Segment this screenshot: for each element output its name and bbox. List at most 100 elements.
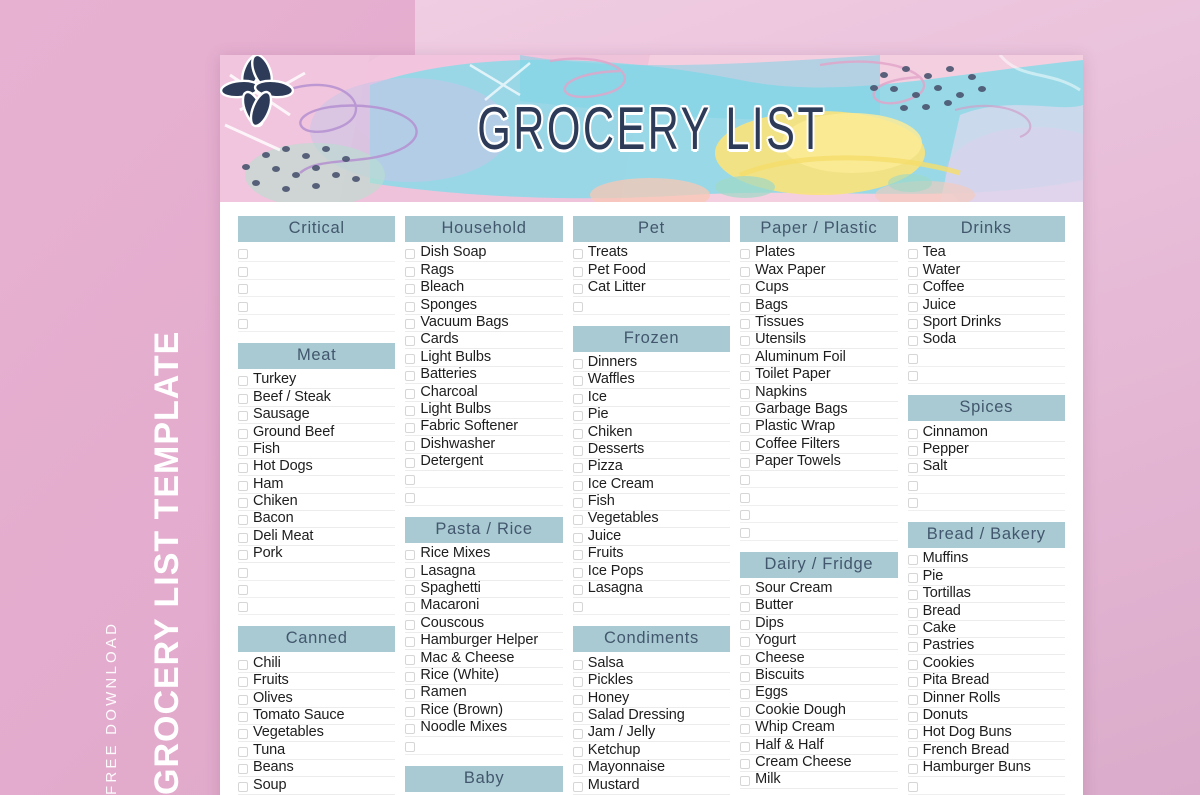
- checklist-item-write-in[interactable]: [923, 494, 927, 509]
- checklist-row[interactable]: Pork: [238, 546, 396, 564]
- checklist-row-blank[interactable]: [405, 737, 563, 755]
- checklist-row[interactable]: Pie: [907, 568, 1065, 586]
- checklist-row[interactable]: Light Bulbs: [405, 349, 563, 367]
- checkbox-icon[interactable]: [572, 532, 583, 543]
- checklist-item-write-in[interactable]: [253, 564, 257, 579]
- checkbox-icon[interactable]: [572, 376, 583, 387]
- checklist-row-blank[interactable]: [740, 471, 898, 489]
- checklist-row[interactable]: Garbage Bags: [740, 401, 898, 419]
- checkbox-icon[interactable]: [907, 336, 918, 347]
- checkbox-icon[interactable]: [907, 625, 918, 636]
- checklist-item-write-in[interactable]: [253, 581, 257, 596]
- checkbox-icon[interactable]: [238, 266, 248, 277]
- checklist-item-write-in[interactable]: [923, 367, 927, 382]
- checkbox-icon[interactable]: [740, 475, 751, 486]
- checklist-item-write-in[interactable]: [755, 471, 759, 486]
- checklist-row[interactable]: Sponges: [405, 297, 563, 315]
- checkbox-icon[interactable]: [405, 637, 416, 648]
- checkbox-icon[interactable]: [572, 694, 583, 705]
- checklist-row[interactable]: Yogurt: [740, 633, 898, 651]
- checkbox-icon[interactable]: [740, 654, 751, 665]
- checkbox-icon[interactable]: [572, 781, 583, 792]
- checkbox-icon[interactable]: [405, 388, 416, 399]
- checklist-row[interactable]: Salsa: [572, 655, 731, 673]
- checklist-row[interactable]: Beef / Steak: [238, 389, 396, 407]
- checklist-row[interactable]: Macaroni: [405, 598, 563, 616]
- checklist-row[interactable]: Dishwasher: [405, 436, 563, 454]
- checklist-row-blank[interactable]: [238, 280, 396, 298]
- checklist-row[interactable]: Donuts: [907, 707, 1065, 725]
- checklist-row[interactable]: Cheese: [740, 650, 898, 668]
- checkbox-icon[interactable]: [740, 619, 751, 630]
- checkbox-icon[interactable]: [405, 689, 416, 700]
- checklist-row[interactable]: Chiken: [572, 424, 731, 442]
- checkbox-icon[interactable]: [740, 689, 751, 700]
- checkbox-icon[interactable]: [238, 480, 248, 491]
- checkbox-icon[interactable]: [740, 405, 751, 416]
- checklist-row[interactable]: Charcoal: [405, 384, 563, 402]
- checklist-row-blank[interactable]: [572, 297, 731, 315]
- checkbox-icon[interactable]: [740, 776, 751, 787]
- checkbox-icon[interactable]: [405, 423, 416, 434]
- checkbox-icon[interactable]: [572, 284, 583, 295]
- checkbox-icon[interactable]: [405, 741, 416, 752]
- checkbox-icon[interactable]: [405, 492, 416, 503]
- checklist-row[interactable]: Desserts: [572, 441, 731, 459]
- checkbox-icon[interactable]: [907, 318, 918, 329]
- checklist-row[interactable]: Dips: [740, 615, 898, 633]
- checkbox-icon[interactable]: [238, 677, 248, 688]
- checklist-row[interactable]: Light Bulbs: [405, 401, 563, 419]
- checkbox-icon[interactable]: [238, 376, 248, 387]
- checkbox-icon[interactable]: [405, 602, 416, 613]
- checklist-item-write-in[interactable]: [923, 778, 927, 793]
- checklist-row-blank[interactable]: [740, 506, 898, 524]
- checklist-row[interactable]: Paper Towels: [740, 454, 898, 472]
- checklist-row-blank[interactable]: [405, 471, 563, 489]
- checklist-row[interactable]: Soda: [907, 332, 1065, 350]
- checkbox-icon[interactable]: [405, 266, 416, 277]
- checklist-row[interactable]: Fruits: [572, 546, 731, 564]
- checkbox-icon[interactable]: [238, 711, 248, 722]
- checkbox-icon[interactable]: [740, 249, 751, 260]
- checklist-item-write-in[interactable]: [755, 506, 759, 521]
- checkbox-icon[interactable]: [405, 654, 416, 665]
- checkbox-icon[interactable]: [238, 301, 248, 312]
- checklist-row[interactable]: Salt: [907, 459, 1065, 477]
- checklist-row[interactable]: Salad Dressing: [572, 707, 731, 725]
- checkbox-icon[interactable]: [405, 458, 416, 469]
- checkbox-icon[interactable]: [405, 249, 416, 260]
- checkbox-icon[interactable]: [740, 423, 751, 434]
- checklist-row-blank[interactable]: [740, 488, 898, 506]
- checklist-row-blank[interactable]: [907, 476, 1065, 494]
- checklist-row[interactable]: Pickles: [572, 673, 731, 691]
- checklist-row-blank[interactable]: [907, 367, 1065, 385]
- checklist-row[interactable]: Eggs: [740, 685, 898, 703]
- checkbox-icon[interactable]: [238, 781, 248, 792]
- checklist-item-write-in[interactable]: [253, 315, 257, 330]
- checkbox-icon[interactable]: [238, 249, 248, 260]
- checklist-row[interactable]: Vacuum Bags: [405, 314, 563, 332]
- checkbox-icon[interactable]: [740, 602, 751, 613]
- checklist-row[interactable]: Dinners: [572, 354, 731, 372]
- checklist-row[interactable]: Ice Cream: [572, 476, 731, 494]
- checklist-item-write-in[interactable]: [588, 298, 592, 313]
- checklist-row[interactable]: Water: [907, 262, 1065, 280]
- checklist-row[interactable]: Whip Cream: [740, 720, 898, 738]
- checkbox-icon[interactable]: [907, 694, 918, 705]
- checklist-row[interactable]: Spaghetti: [405, 581, 563, 599]
- checkbox-icon[interactable]: [238, 318, 248, 329]
- checkbox-icon[interactable]: [572, 411, 583, 422]
- checkbox-icon[interactable]: [907, 711, 918, 722]
- checkbox-icon[interactable]: [238, 284, 248, 295]
- checkbox-icon[interactable]: [572, 480, 583, 491]
- checklist-item-write-in[interactable]: [420, 489, 424, 504]
- checkbox-icon[interactable]: [907, 746, 918, 757]
- checkbox-icon[interactable]: [572, 358, 583, 369]
- checkbox-icon[interactable]: [907, 677, 918, 688]
- checkbox-icon[interactable]: [740, 318, 751, 329]
- checklist-row[interactable]: Sour Cream: [740, 581, 898, 599]
- checklist-item-write-in[interactable]: [755, 524, 759, 539]
- checkbox-icon[interactable]: [572, 428, 583, 439]
- checklist-row[interactable]: Hot Dog Buns: [907, 725, 1065, 743]
- checkbox-icon[interactable]: [405, 724, 416, 735]
